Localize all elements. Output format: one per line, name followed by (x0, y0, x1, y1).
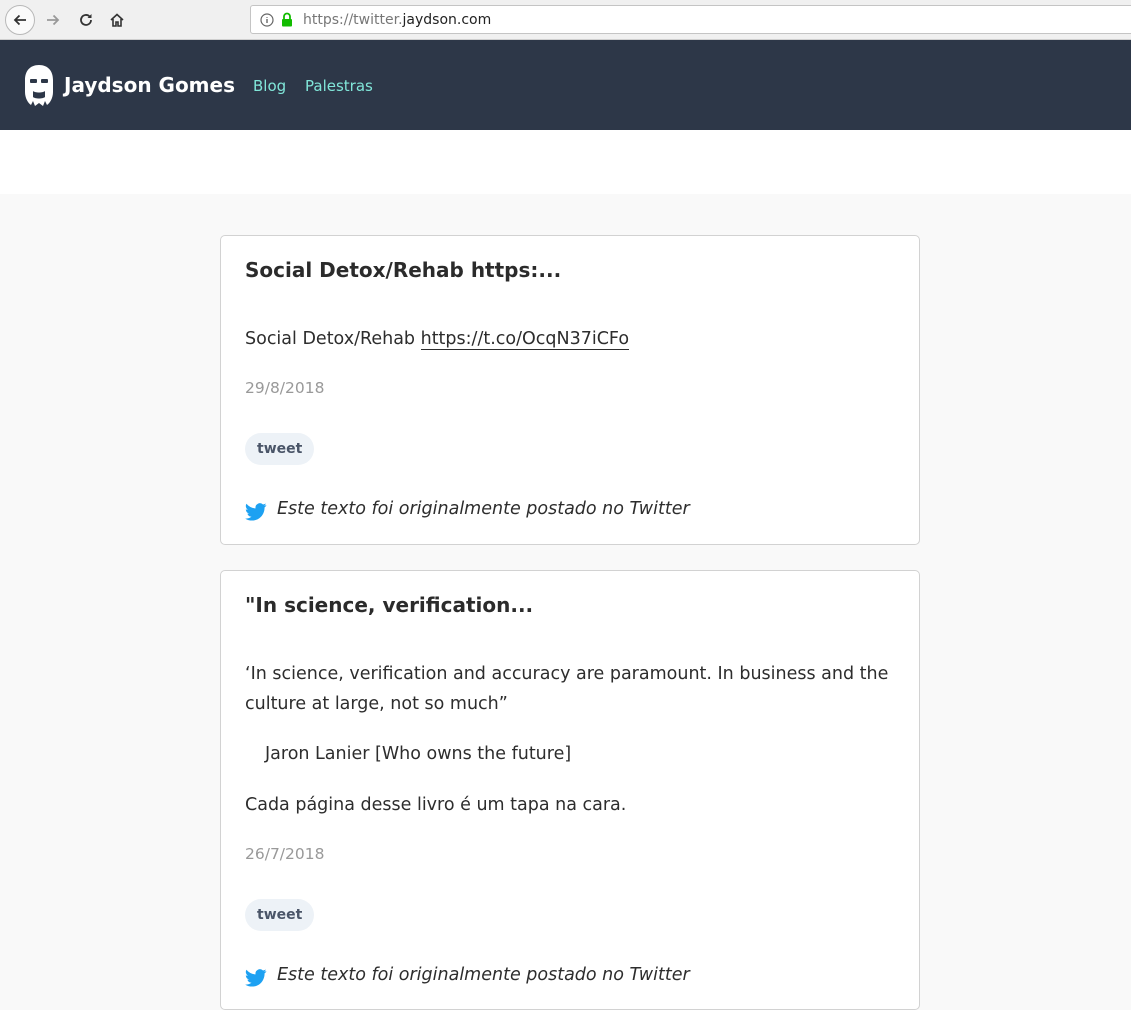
address-bar[interactable]: https://twitter.jaydson.com (250, 5, 1131, 34)
origin-text: Este texto foi originalmente postado no … (277, 499, 690, 519)
reload-button[interactable] (71, 5, 101, 35)
tag-badge[interactable]: tweet (245, 433, 315, 465)
site-logo-icon[interactable] (22, 64, 56, 106)
post-quote: ‘In science, verification and accuracy a… (245, 664, 889, 714)
site-brand[interactable]: Jaydson Gomes (64, 73, 235, 97)
post-card: Social Detox/Rehab https:... Social Deto… (220, 235, 920, 545)
arrow-right-icon (47, 14, 60, 26)
post-body: Social Detox/Rehab https://t.co/OcqN37iC… (245, 329, 630, 350)
forward-button[interactable] (38, 5, 68, 35)
post-title[interactable]: "In science, verification... (245, 593, 533, 617)
nav-link-palestras[interactable]: Palestras (305, 77, 373, 95)
home-button[interactable] (102, 5, 132, 35)
back-button[interactable] (5, 5, 35, 35)
arrow-left-icon (13, 14, 26, 26)
post-card: "In science, verification... ‘In science… (220, 570, 920, 1010)
home-icon (110, 13, 124, 27)
browser-toolbar: https://twitter.jaydson.com (0, 0, 1131, 40)
info-icon[interactable] (260, 13, 274, 27)
post-date: 29/8/2018 (245, 379, 325, 397)
reload-icon (80, 14, 92, 26)
post-title[interactable]: Social Detox/Rehab https:... (245, 258, 561, 282)
origin-text: Este texto foi originalmente postado no … (277, 965, 690, 985)
tag-badge[interactable]: tweet (245, 899, 315, 931)
nav-link-blog[interactable]: Blog (253, 77, 286, 95)
post-quote-cite: Jaron Lanier [Who owns the future] (265, 744, 572, 764)
header-spacer (0, 130, 1131, 194)
url-text: https://twitter.jaydson.com (303, 12, 492, 28)
site-header: Jaydson Gomes Blog Palestras (0, 40, 1131, 130)
twitter-bird-icon (245, 969, 267, 987)
post-link[interactable]: https://t.co/OcqN37iCFo (420, 329, 630, 350)
twitter-bird-icon (245, 503, 267, 521)
post-date: 26/7/2018 (245, 845, 325, 863)
lock-icon (282, 12, 292, 27)
post-comment: Cada página desse livro é um tapa na car… (245, 795, 627, 815)
